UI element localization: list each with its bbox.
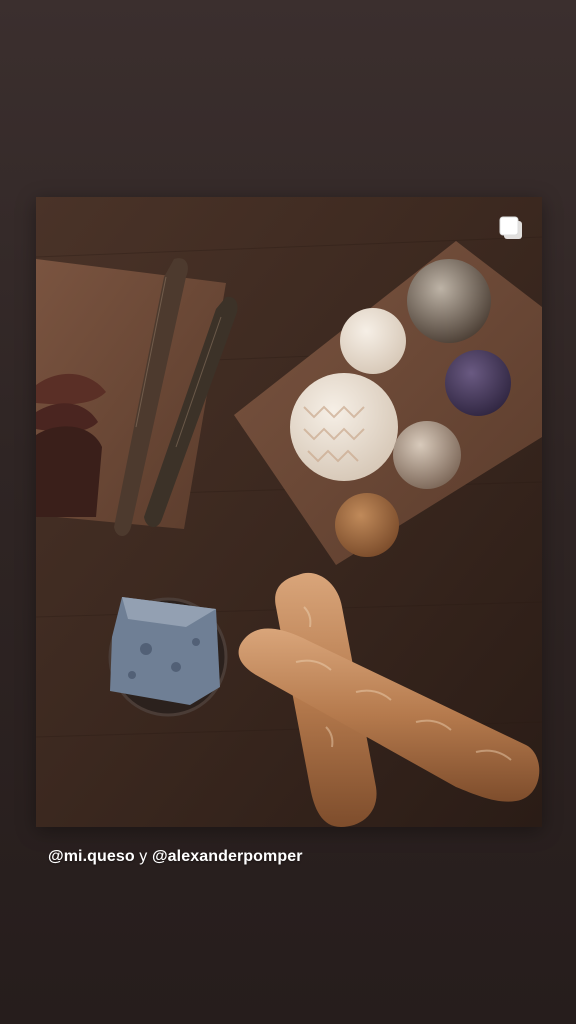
caption-conjunction: y [134, 848, 152, 865]
shared-post-image[interactable] [36, 197, 542, 827]
mention-alexanderpomper[interactable]: @alexanderpomper [152, 848, 303, 865]
multiple-images-icon [498, 215, 524, 241]
story-caption: @mi.queso y @alexanderpomper [48, 848, 548, 866]
mention-mi-queso[interactable]: @mi.queso [48, 848, 135, 865]
food-photo [36, 197, 542, 827]
